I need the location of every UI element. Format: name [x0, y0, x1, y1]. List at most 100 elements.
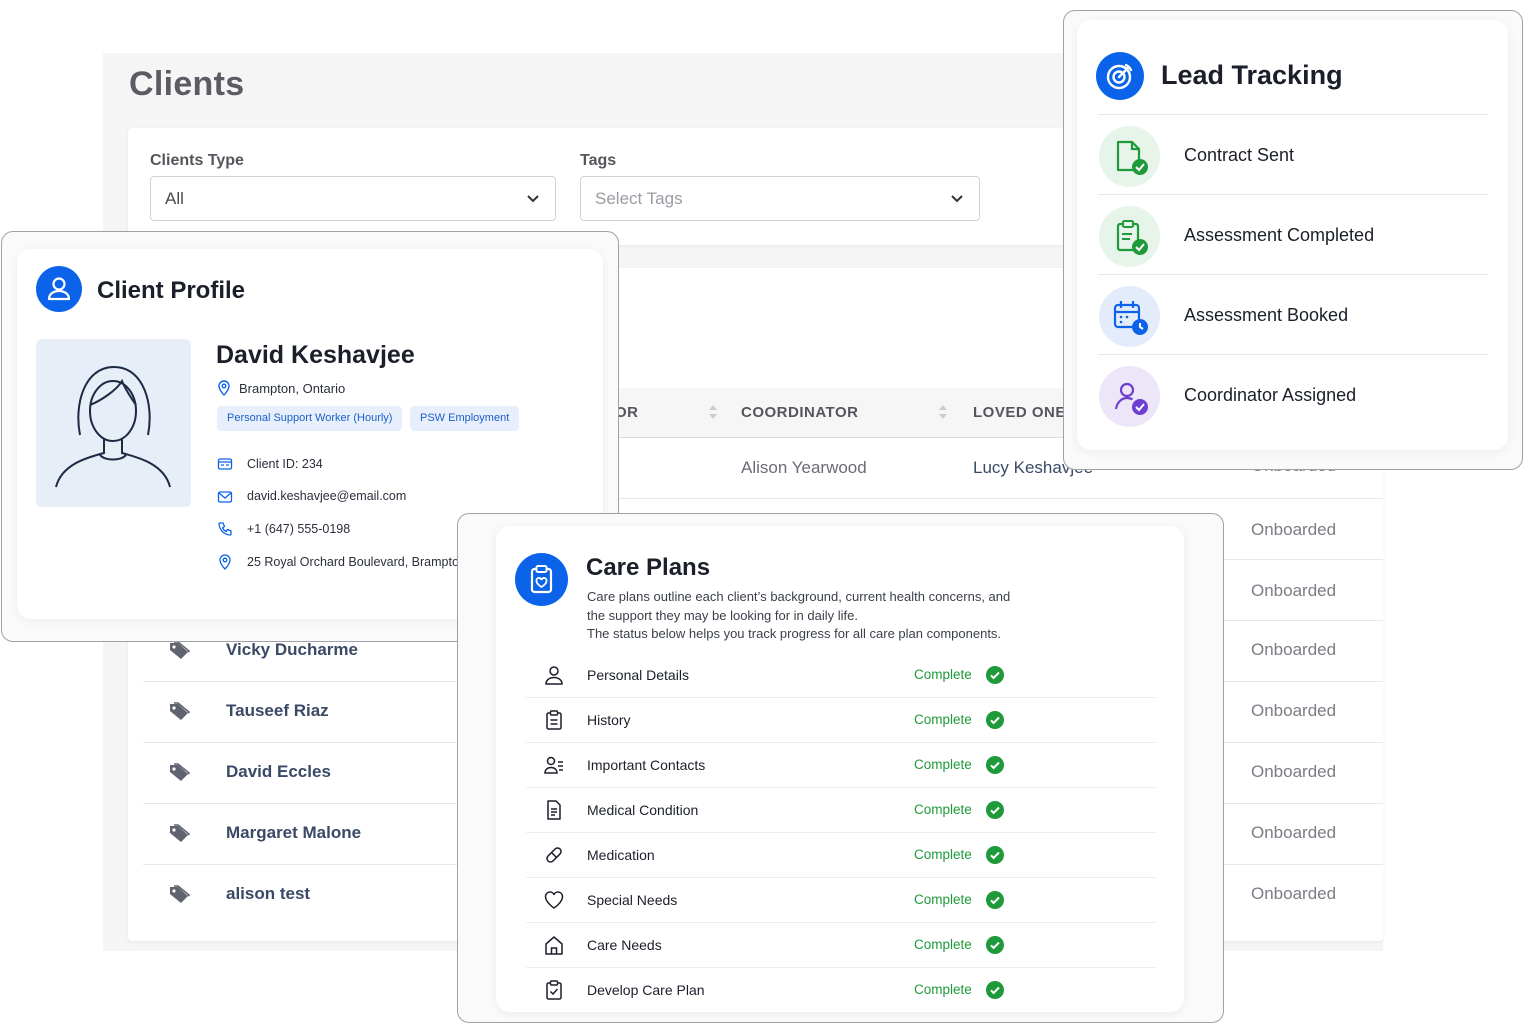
status-badge: Complete — [914, 937, 972, 952]
lead-stage-label: Assessment Booked — [1184, 305, 1349, 325]
care-plan-item[interactable]: Medication Complete — [526, 833, 1156, 878]
check-circle-icon — [986, 711, 1004, 729]
lead-tracking-frame: Lead Tracking Contract Sent Assessment C… — [1063, 10, 1523, 470]
care-plans-title: Care Plans — [586, 554, 711, 581]
lead-stage-item[interactable]: Assessment Completed — [1098, 194, 1488, 274]
pill-icon — [546, 847, 562, 863]
status-badge: Complete — [914, 667, 972, 682]
filters-panel: Clients Type All Tags Select Tags — [128, 128, 1128, 245]
care-plans-frame: Care Plans Care plans outline each clien… — [457, 513, 1224, 1023]
clients-type-label: Clients Type — [150, 152, 244, 169]
client-name-link[interactable]: Vicky Ducharme — [226, 640, 358, 660]
care-plan-item-label: Develop Care Plan — [587, 982, 705, 998]
contacts-icon — [544, 756, 563, 774]
coordinator-cell: Alison Yearwood — [741, 458, 867, 477]
clipboard-check-icon — [546, 980, 562, 1000]
clients-type-select[interactable]: All — [150, 176, 556, 221]
user-icon — [545, 666, 563, 685]
client-phone[interactable]: +1 (647) 555-0198 — [247, 522, 350, 536]
check-circle-icon — [986, 756, 1004, 774]
status-cell: Onboarded — [1251, 581, 1337, 600]
client-address: 25 Royal Orchard Boulevard, Brampton, — [247, 555, 470, 569]
chevron-down-icon — [527, 195, 539, 203]
check-circle-icon — [986, 846, 1004, 864]
tags-icon — [170, 641, 191, 659]
lead-stage-label: Assessment Completed — [1184, 225, 1375, 245]
sort-icon[interactable] — [938, 402, 948, 422]
care-plans-description: The status below helps you track progres… — [587, 626, 1002, 641]
lead-tracking-title: Lead Tracking — [1161, 60, 1343, 90]
client-name-link[interactable]: Margaret Malone — [226, 823, 361, 843]
care-plans-description: Care plans outline each client’s backgro… — [587, 589, 1011, 604]
chevron-down-icon — [951, 195, 963, 203]
heart-icon — [544, 891, 564, 909]
care-plan-item[interactable]: Medical Condition Complete — [526, 788, 1156, 833]
lead-stage-item[interactable]: Assessment Booked — [1098, 274, 1488, 354]
status-cell: Onboarded — [1251, 701, 1337, 720]
clipboard-check-icon — [1099, 206, 1160, 267]
status-cell: Onboarded — [1251, 762, 1337, 781]
tags-label: Tags — [580, 152, 617, 169]
care-plan-item[interactable]: Special Needs Complete — [526, 878, 1156, 923]
clipboard-icon — [546, 710, 562, 730]
lead-stage-label: Coordinator Assigned — [1184, 385, 1357, 405]
status-badge: Complete — [914, 712, 972, 727]
status-badge: Complete — [914, 982, 972, 997]
lead-tracking-card: Lead Tracking Contract Sent Assessment C… — [1077, 20, 1508, 450]
status-badge: Complete — [914, 892, 972, 907]
user-icon — [36, 266, 82, 312]
avatar — [36, 339, 191, 507]
tags-icon — [170, 824, 191, 842]
check-circle-icon — [986, 981, 1004, 999]
client-profile-title: Client Profile — [97, 277, 246, 304]
lead-stage-item[interactable]: Contract Sent — [1098, 114, 1488, 194]
location-pin-icon — [218, 380, 230, 396]
document-check-icon — [1099, 126, 1160, 187]
client-name-link[interactable]: alison test — [226, 884, 310, 904]
status-badge: Complete — [914, 802, 972, 817]
status-cell: Onboarded — [1251, 884, 1337, 903]
avatar-illustration-icon — [55, 365, 171, 488]
care-plan-item-label: Personal Details — [587, 667, 689, 683]
location-pin-icon — [219, 554, 231, 570]
clipboard-heart-icon — [515, 553, 568, 606]
clients-type-value: All — [165, 189, 184, 208]
care-plan-item[interactable]: Important Contacts Complete — [526, 743, 1156, 788]
client-name-link[interactable]: David Eccles — [226, 762, 331, 782]
care-plan-item-label: History — [587, 712, 631, 728]
status-cell: Onboarded — [1251, 640, 1337, 659]
sort-icon[interactable] — [708, 402, 718, 422]
service-badge: Personal Support Worker (Hourly) — [217, 406, 403, 431]
care-plan-item[interactable]: History Complete — [526, 698, 1156, 743]
tags-placeholder: Select Tags — [595, 189, 683, 208]
service-badge: PSW Employment — [410, 406, 520, 431]
mail-icon — [217, 491, 233, 503]
care-plan-item[interactable]: Care Needs Complete — [526, 923, 1156, 968]
column-header-coordinator[interactable]: COORDINATOR — [741, 404, 858, 421]
care-plans-card: Care Plans Care plans outline each clien… — [496, 526, 1184, 1012]
lead-stage-item[interactable]: Coordinator Assigned — [1098, 354, 1488, 434]
tags-icon — [170, 885, 191, 903]
care-plan-item-label: Medication — [587, 847, 655, 863]
client-name: David Keshavjee — [216, 341, 415, 369]
check-circle-icon — [986, 936, 1004, 954]
care-plan-item-label: Care Needs — [587, 937, 662, 953]
status-badge: Complete — [914, 847, 972, 862]
care-plan-item[interactable]: Personal Details Complete — [526, 653, 1156, 698]
care-plan-item[interactable]: Develop Care Plan Complete — [526, 968, 1156, 1013]
status-badge: Complete — [914, 757, 972, 772]
client-location: Brampton, Ontario — [239, 381, 346, 396]
target-icon — [1096, 52, 1144, 100]
check-circle-icon — [986, 666, 1004, 684]
client-name-link[interactable]: Tauseef Riaz — [226, 701, 329, 721]
home-icon — [545, 936, 563, 955]
lead-stage-label: Contract Sent — [1184, 145, 1295, 165]
care-plan-item-label: Important Contacts — [587, 757, 706, 773]
id-card-icon — [217, 458, 233, 470]
document-icon — [547, 800, 561, 820]
tags-select[interactable]: Select Tags — [580, 176, 980, 221]
user-check-icon — [1099, 366, 1160, 427]
care-plans-description: the support they may be looking for in d… — [587, 608, 858, 623]
column-header-loved-ones[interactable]: LOVED ONES — [973, 404, 1076, 421]
client-email[interactable]: david.keshavjee@email.com — [247, 489, 406, 503]
